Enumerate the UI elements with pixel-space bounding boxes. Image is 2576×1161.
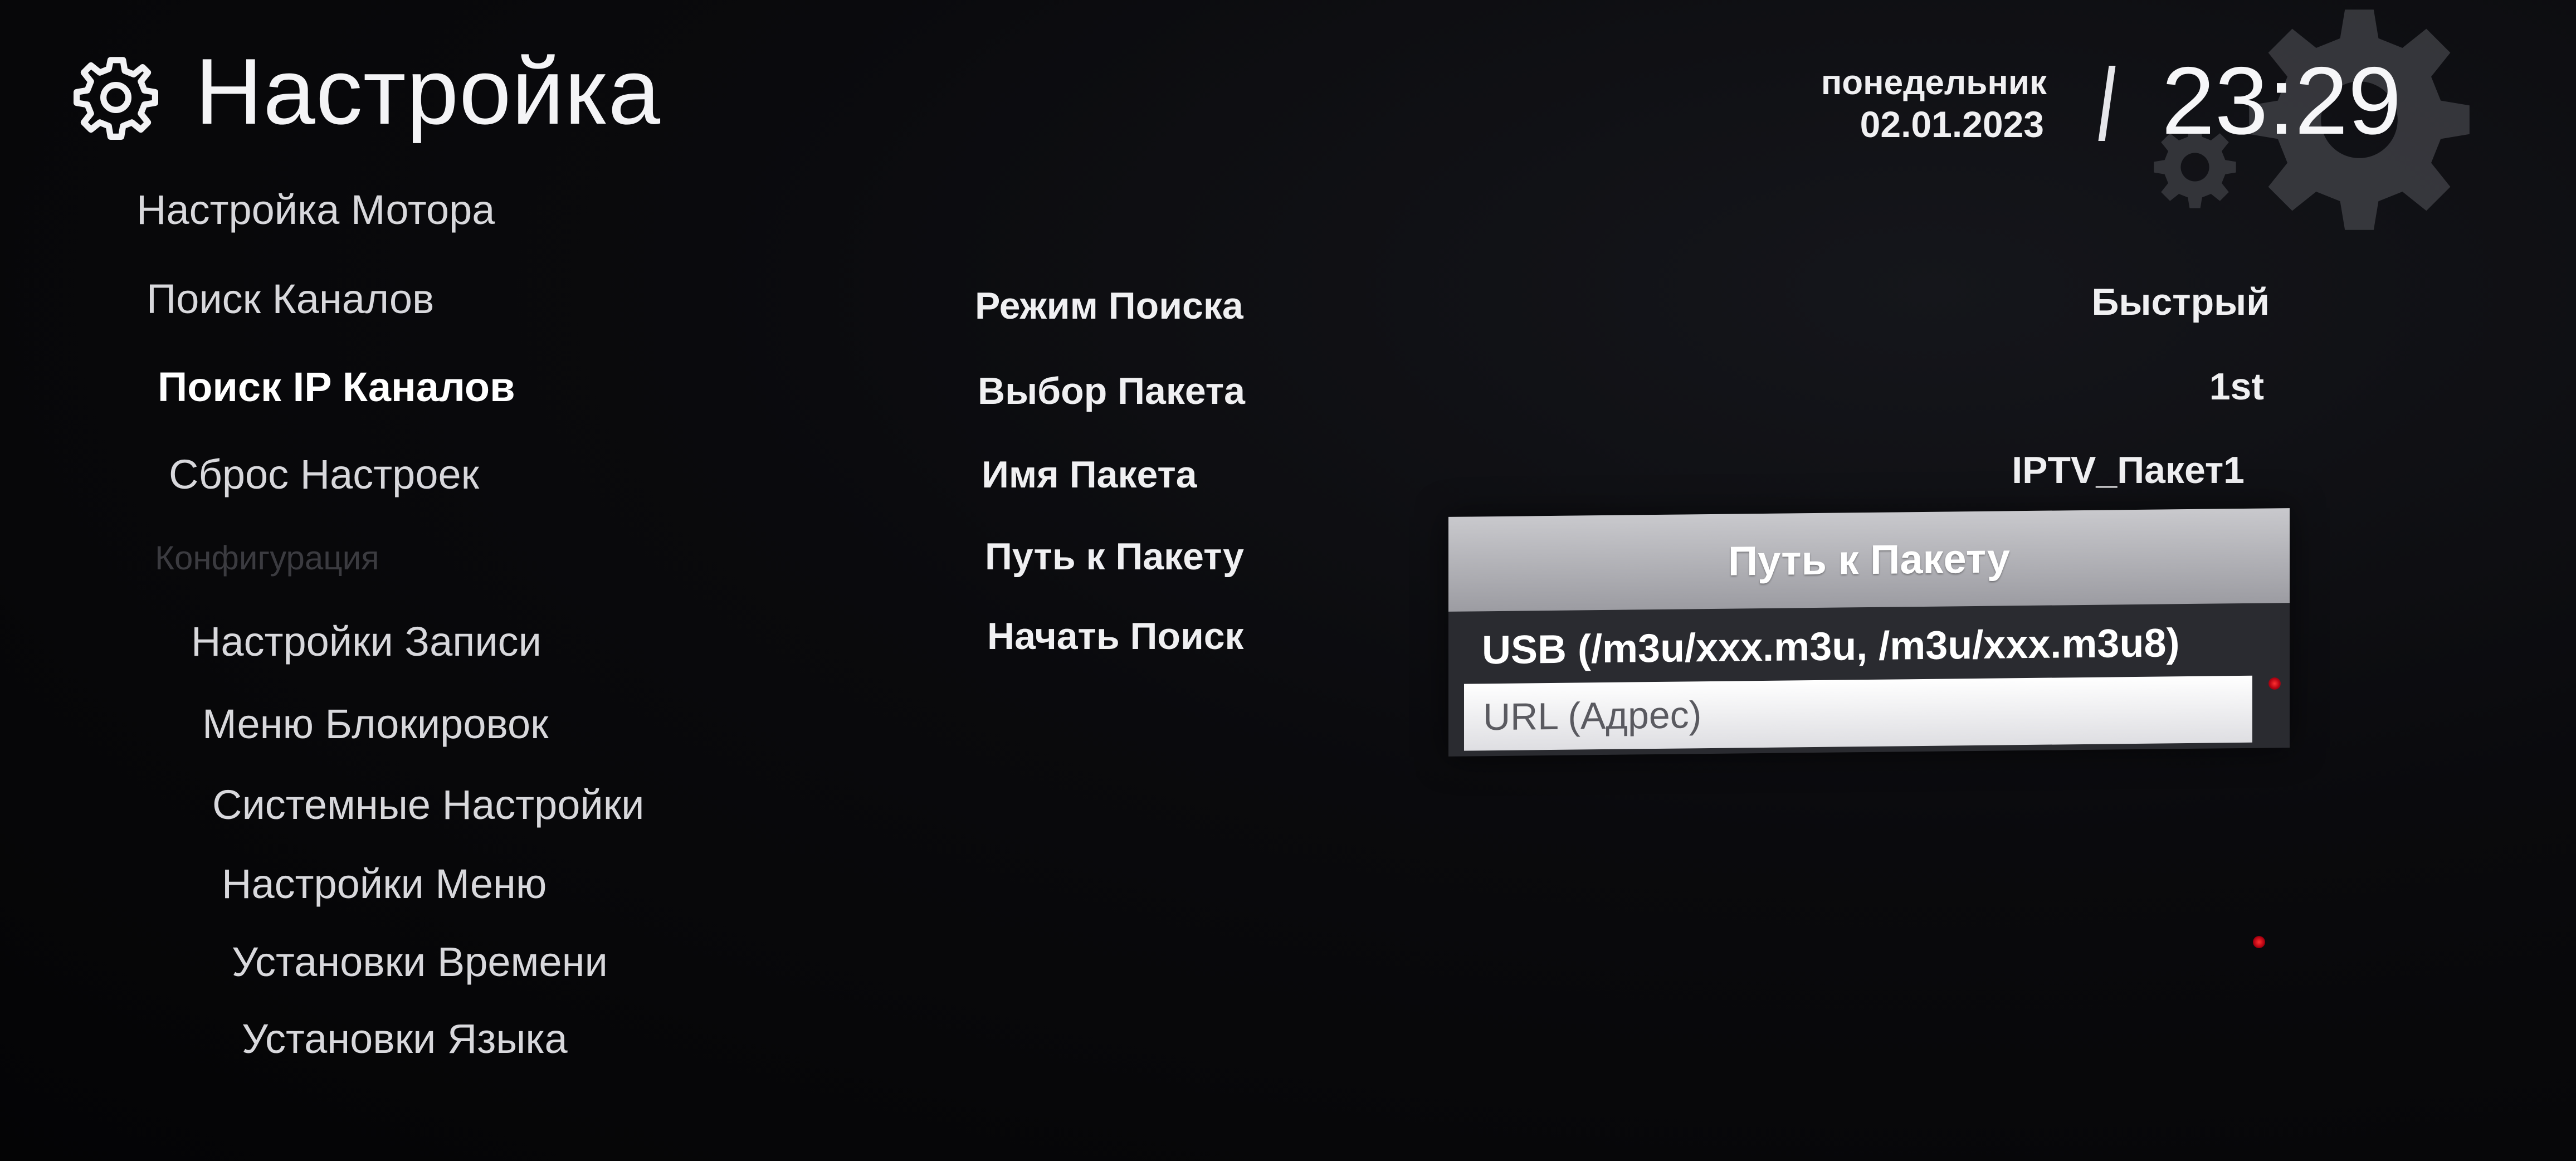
sidebar-item-configuration: Конфигурация [155, 539, 379, 577]
sidebar-item-factory-reset[interactable]: Сброс Настроек [169, 454, 479, 495]
option-package-path-label[interactable]: Путь к Пакету [985, 538, 1244, 575]
page-title: Настройка [195, 39, 661, 144]
status-led [2253, 936, 2265, 948]
popup-title: Путь к Пакету [1448, 508, 2290, 612]
sidebar-item-ip-channel-search[interactable]: Поиск IP Каналов [158, 367, 515, 408]
clock-day: понедельник [1821, 64, 2047, 102]
option-search-mode-value[interactable]: Быстрый [2092, 283, 2270, 321]
sidebar-item-system-settings[interactable]: Системные Настройки [212, 784, 644, 826]
option-package-name-value[interactable]: IPTV_Пакет1 [2012, 451, 2245, 489]
package-path-popup: Путь к Пакету USB (/m3u/xxx.m3u, /m3u/xx… [1448, 508, 2290, 757]
sidebar-item-menu-settings[interactable]: Настройки Меню [222, 864, 547, 905]
clock-time: 23:29 [2162, 47, 2402, 154]
sidebar-item-lock-menu[interactable]: Меню Блокировок [202, 704, 548, 745]
sidebar-item-motor-setup[interactable]: Настройка Мотора [136, 189, 495, 231]
sidebar-item-channel-search[interactable]: Поиск Каналов [147, 279, 434, 320]
clock-date: 02.01.2023 [1860, 104, 2044, 145]
option-package-select-value[interactable]: 1st [2209, 368, 2264, 406]
sidebar-item-time-settings[interactable]: Установки Времени [232, 942, 608, 983]
clock-divider [2098, 66, 2116, 141]
option-search-mode-label[interactable]: Режим Поиска [975, 287, 1243, 325]
sidebar-item-record-settings[interactable]: Настройки Записи [191, 621, 541, 662]
tv-settings-screen: Настройка понедельник 02.01.2023 23:29 Н… [0, 0, 2576, 1161]
option-package-select-label[interactable]: Выбор Пакета [978, 372, 1245, 410]
option-start-search-label[interactable]: Начать Поиск [987, 617, 1244, 655]
status-led [2268, 677, 2281, 690]
sidebar-item-language-settings[interactable]: Установки Языка [242, 1018, 568, 1060]
gear-icon [74, 57, 158, 140]
popup-option-url-selected[interactable]: URL (Адрес) [1464, 675, 2252, 751]
option-package-name-label[interactable]: Имя Пакета [982, 456, 1197, 494]
popup-option-usb[interactable]: USB (/m3u/xxx.m3u, /m3u/xxx.m3u8) [1482, 612, 2262, 681]
